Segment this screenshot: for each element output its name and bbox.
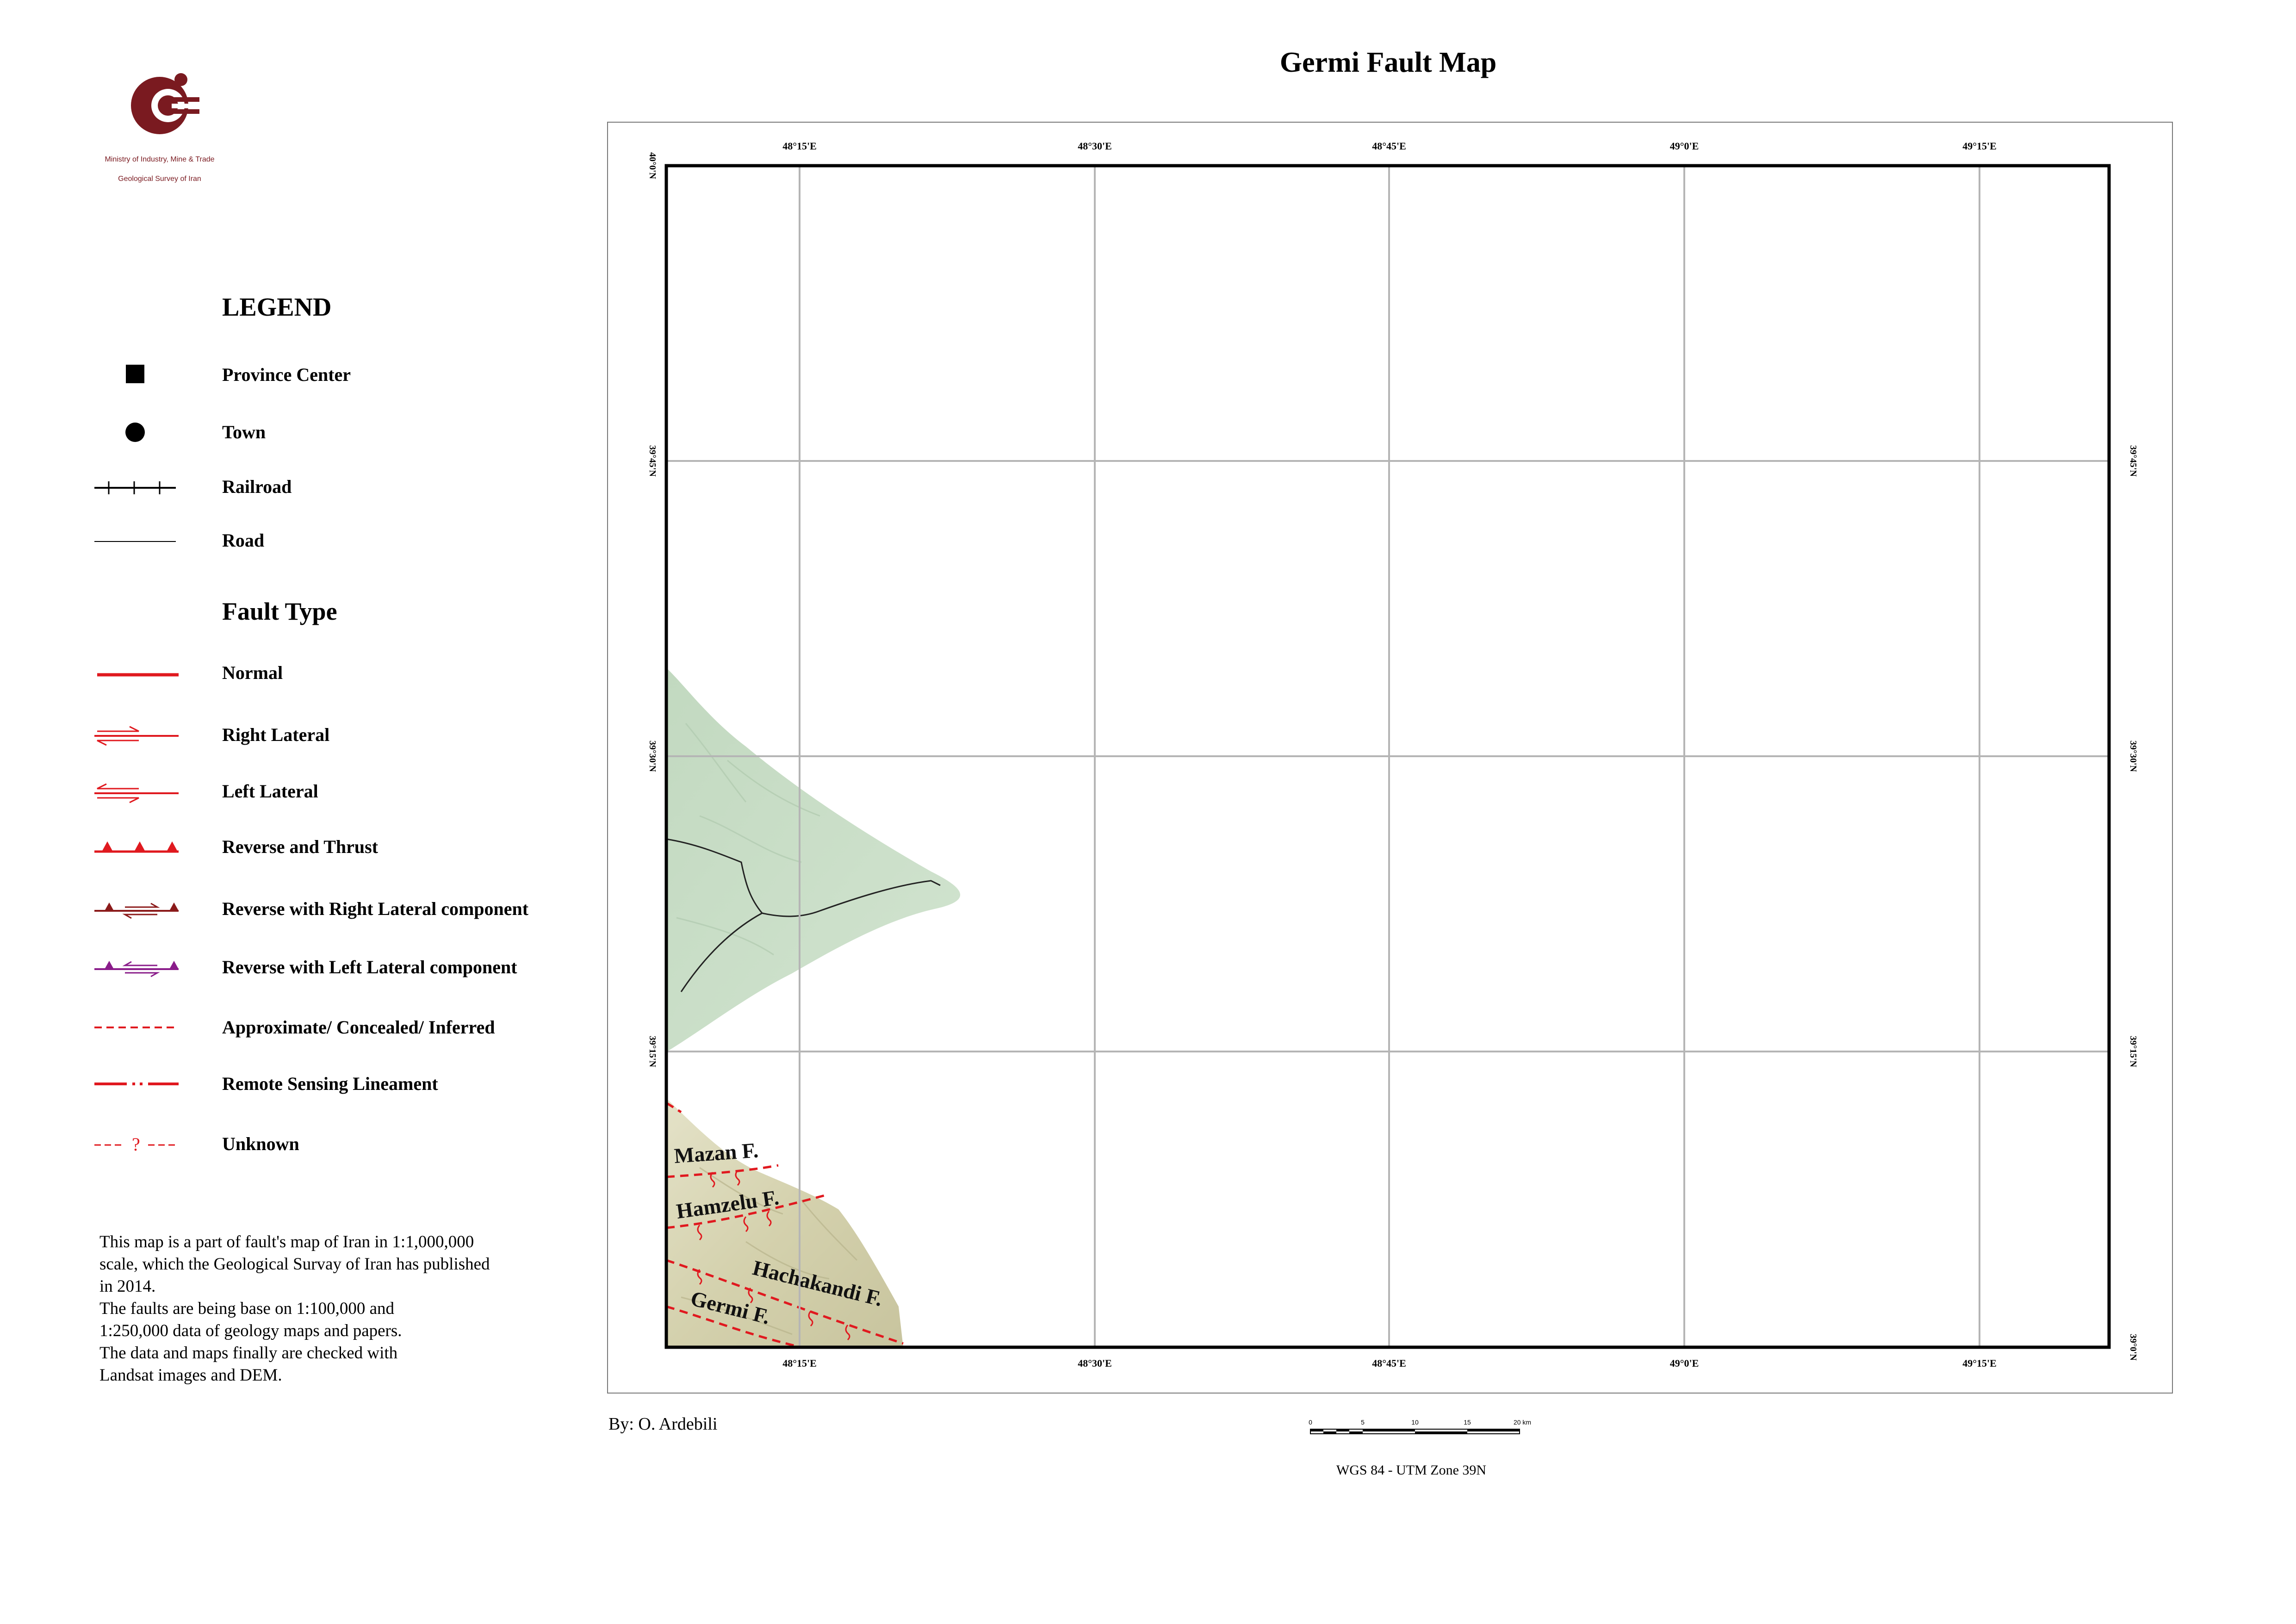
lon-label-bottom: 49°0'E: [1670, 1357, 1699, 1369]
legend-label-lineament: Remote Sensing Lineament: [222, 1073, 438, 1094]
railroad-icon: [94, 481, 176, 494]
legend-label-railroad: Railroad: [222, 476, 292, 497]
lat-label-right: 39°45'N: [2128, 445, 2138, 477]
svg-text:?: ?: [132, 1134, 140, 1155]
note-line: The data and maps finally are checked wi…: [99, 1344, 398, 1363]
reverse-right-icon: [94, 902, 179, 919]
lat-label-right: 39°30'N: [2128, 740, 2138, 772]
map-title: Germi Fault Map: [1279, 47, 1497, 78]
lat-label-right: 39°0'N: [2128, 1334, 2138, 1361]
note-line: in 2014.: [99, 1277, 156, 1296]
normal-fault-icon: [97, 673, 179, 677]
legend-label-province-center: Province Center: [222, 364, 351, 385]
map-note: This map is a part of fault's map of Ira…: [99, 1231, 562, 1387]
reverse-left-icon: [94, 961, 179, 977]
legend-label-approximate: Approximate/ Concealed/ Inferred: [222, 1017, 495, 1038]
province-center-icon: [126, 365, 144, 383]
lon-label-bottom: 48°15'E: [782, 1357, 817, 1369]
projection-label: WGS 84 - UTM Zone 39N: [1336, 1462, 1487, 1478]
org-name-ministry: Ministry of Industry, Mine & Trade: [105, 156, 215, 163]
author-credit: By: O. Ardebili: [608, 1414, 718, 1434]
scale-tick-label: 20 km: [1514, 1419, 1531, 1426]
terrain-north: [666, 668, 961, 1052]
legend-label-normal: Normal: [222, 662, 283, 683]
lat-label-right: 39°15'N: [2128, 1036, 2138, 1068]
legend-label-left-lateral: Left Lateral: [222, 781, 318, 802]
legend-label-town: Town: [222, 422, 266, 442]
lat-label-left: 39°30'N: [647, 740, 658, 772]
legend-label-reverse-thrust: Reverse and Thrust: [222, 836, 379, 857]
scale-tick-label: 10: [1411, 1419, 1419, 1426]
lineament-icon: [94, 1083, 179, 1085]
note-line: 1:250,000 data of geology maps and paper…: [99, 1321, 402, 1340]
left-lateral-icon: [94, 783, 179, 803]
org-name-gsi: Geological Survey of Iran: [118, 175, 201, 183]
road-icon: [94, 541, 176, 542]
lat-label-left: 39°45'N: [647, 445, 658, 477]
fault-type-title: Fault Type: [222, 597, 337, 625]
note-line: scale, which the Geological Survay of Ir…: [99, 1255, 490, 1274]
legend-label-right-lateral: Right Lateral: [222, 724, 330, 745]
town-icon: [125, 423, 145, 442]
lon-label-bottom: 48°30'E: [1078, 1357, 1112, 1369]
reverse-thrust-icon: [94, 841, 179, 853]
lon-label-top: 49°0'E: [1670, 140, 1699, 152]
note-line: This map is a part of fault's map of Ira…: [99, 1232, 474, 1251]
lon-label-top: 49°15'E: [1962, 140, 1997, 152]
lat-label-left: 39°15'N: [647, 1036, 658, 1068]
note-line: Landsat images and DEM.: [99, 1366, 282, 1385]
note-line: The faults are being base on 1:100,000 a…: [99, 1299, 395, 1318]
scale-tick-label: 0: [1309, 1419, 1312, 1426]
right-lateral-icon: [94, 726, 179, 746]
scale-tick-label: 5: [1361, 1419, 1365, 1426]
lon-label-top: 48°15'E: [782, 140, 817, 152]
legend-label-unknown: Unknown: [222, 1133, 299, 1154]
unknown-fault-icon: ?: [94, 1134, 179, 1155]
gsi-logo: Ministry of Industry, Mine & Trade Geolo…: [90, 65, 229, 190]
legend-title: LEGEND: [222, 293, 332, 322]
approximate-fault-icon: [94, 1027, 179, 1028]
legend-label-reverse-left: Reverse with Left Lateral component: [222, 957, 517, 977]
scale-tick-label: 15: [1464, 1419, 1471, 1426]
lon-label-top: 48°45'E: [1372, 140, 1406, 152]
legend-label-reverse-right: Reverse with Right Lateral component: [222, 898, 529, 919]
gsi-emblem-icon: [131, 73, 199, 134]
legend-label-road: Road: [222, 530, 265, 551]
lat-label-left: 40°0'N: [647, 152, 658, 180]
graticule: [666, 166, 2109, 1347]
lon-label-top: 48°30'E: [1078, 140, 1112, 152]
lon-label-bottom: 49°15'E: [1962, 1357, 1997, 1369]
lon-label-bottom: 48°45'E: [1372, 1357, 1406, 1369]
scale-bar: 0 5 10 15 20 km: [1309, 1419, 1531, 1434]
map-canvas[interactable]: Mazan F. Hamzelu F. Hachakandi F. Germi …: [607, 122, 2173, 1394]
